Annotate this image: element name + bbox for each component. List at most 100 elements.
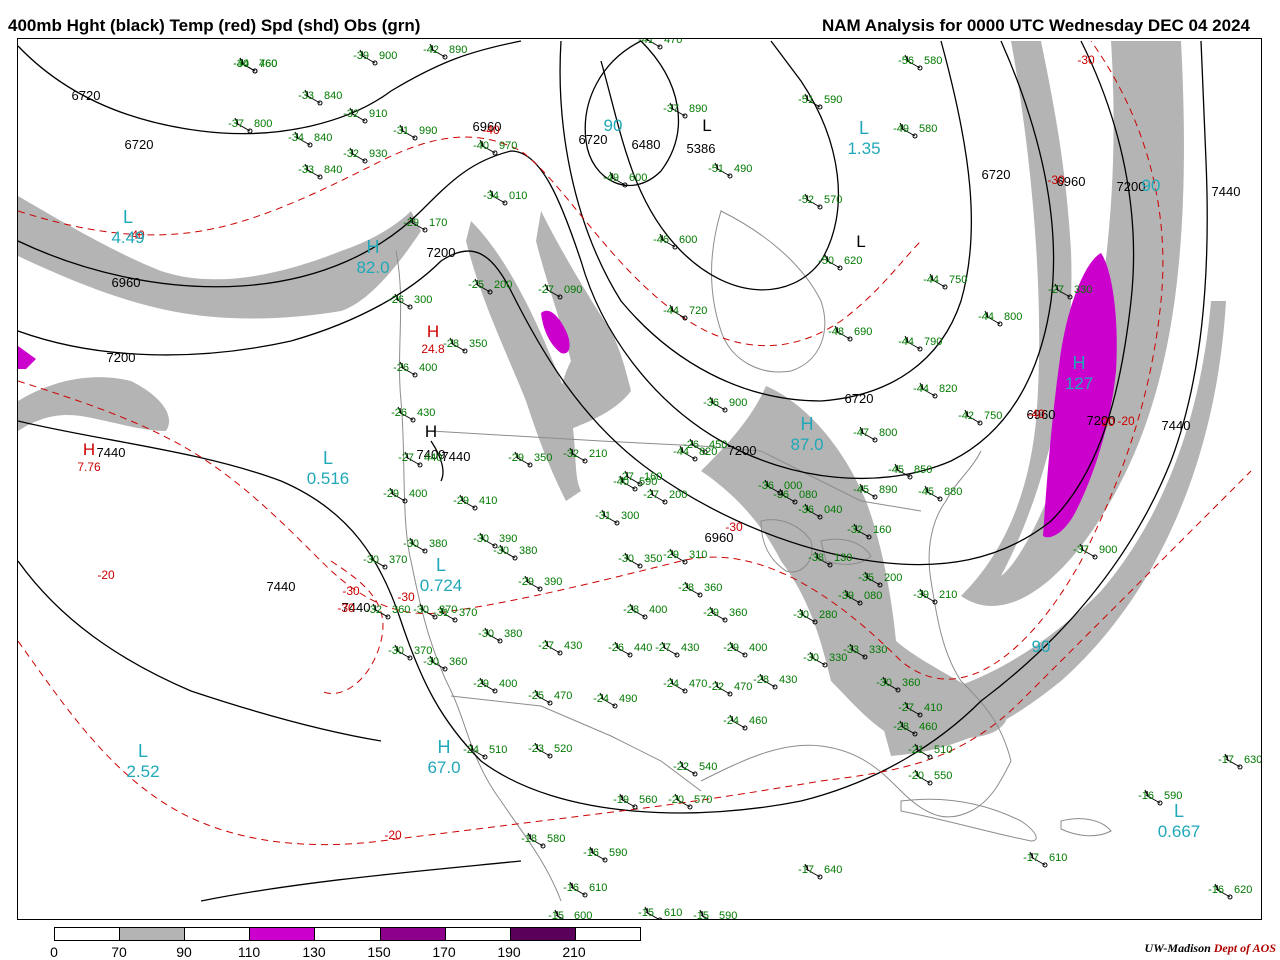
speed-center-value: 2.52: [126, 762, 159, 781]
obs-temperature: -50: [818, 255, 834, 267]
legend-color-box: [444, 927, 511, 941]
obs-height: 200: [884, 572, 902, 584]
obs-temperature: -30: [876, 677, 892, 689]
obs-height: 900: [1099, 544, 1117, 556]
station-observation: -20 570: [668, 793, 712, 810]
station-observation: -32 360: [366, 603, 410, 620]
obs-height: 490: [619, 693, 637, 705]
obs-temperature: -42: [958, 410, 974, 422]
obs-temperature: -44: [898, 336, 914, 348]
station-observation: -22 540: [673, 760, 717, 777]
speed-center-symbol: H: [438, 737, 451, 757]
obs-height: 590: [824, 94, 842, 106]
station-observation: -15 610: [638, 906, 682, 919]
obs-temperature: -26: [388, 294, 404, 306]
obs-temperature: -22: [673, 761, 689, 773]
obs-height: 550: [934, 770, 952, 782]
obs-height: 360: [449, 656, 467, 668]
station-observation: -46 600: [653, 233, 697, 250]
obs-temperature: -29: [453, 495, 469, 507]
temperature-contour-label: -30: [1047, 173, 1065, 187]
obs-height: 360: [704, 582, 722, 594]
temperature-contour-label: -30: [337, 601, 355, 615]
obs-temperature: -45: [853, 484, 869, 496]
obs-height: 430: [564, 640, 582, 652]
obs-height: 610: [1049, 852, 1067, 864]
obs-height: 330: [1074, 284, 1092, 296]
obs-temperature: -30: [363, 554, 379, 566]
obs-height: 210: [589, 448, 607, 460]
station-observation: -17 610: [1023, 851, 1067, 868]
obs-temperature: -29: [703, 607, 719, 619]
station-observation: -26 440: [608, 641, 652, 658]
obs-temperature: -39: [913, 589, 929, 601]
obs-temperature: -40: [613, 476, 629, 488]
temperature-contour-label: -20: [97, 568, 115, 582]
obs-temperature: -27: [643, 489, 659, 501]
obs-height: 750: [949, 274, 967, 286]
obs-temperature: -44: [923, 274, 939, 286]
legend-label: 170: [432, 944, 456, 960]
obs-temperature: -30: [388, 645, 404, 657]
obs-temperature: -30: [423, 656, 439, 668]
station-observation: -29 360: [703, 606, 747, 623]
speed-center-value: 0.667: [1158, 822, 1201, 841]
speed-center-symbol: L: [323, 448, 333, 468]
obs-height: 840: [324, 90, 342, 102]
obs-temperature: -16: [1138, 790, 1154, 802]
temperature-contour-label: -30: [342, 584, 360, 598]
obs-height: 360: [392, 604, 410, 616]
obs-temperature: -49: [603, 172, 619, 184]
obs-temperature: -47: [853, 427, 869, 439]
obs-height: 590: [719, 910, 737, 920]
obs-temperature: -29: [663, 549, 679, 561]
obs-height: 640: [824, 864, 842, 876]
temperature-contour-label: -20: [384, 828, 402, 842]
obs-temperature: -39: [353, 50, 369, 62]
speed-center-value: 127: [1065, 374, 1093, 393]
station-observation: -41 470: [638, 39, 682, 50]
temperature-contour-label: -30: [1077, 53, 1095, 67]
wind-speed-legend: [54, 927, 641, 941]
obs-height: 470: [689, 678, 707, 690]
obs-height: 400: [749, 642, 767, 654]
station-observation: -16 620: [1208, 883, 1252, 900]
obs-temperature: -28: [893, 721, 909, 733]
station-observation: -34 460: [233, 57, 277, 74]
legend-color-box: [379, 927, 446, 941]
station-observation: -39 900: [353, 49, 397, 66]
station-observation: -30 380: [493, 544, 537, 561]
obs-temperature: -27: [1048, 284, 1064, 296]
station-observation: -25 470: [528, 689, 572, 706]
obs-height: 690: [854, 326, 872, 338]
speed-center-value: 0.724: [420, 576, 463, 595]
height-center-symbol: L: [702, 116, 711, 135]
obs-temperature: -29: [508, 452, 524, 464]
legend-label: 210: [562, 944, 586, 960]
legend-label: 0: [50, 944, 58, 960]
speed-center-value: 90: [1142, 176, 1161, 195]
temperature-contour-label: -30: [397, 590, 415, 604]
obs-height: 470: [664, 39, 682, 46]
obs-temperature: -32: [343, 148, 359, 160]
obs-height: 460: [259, 58, 277, 70]
height-contour-label: 5386: [687, 141, 716, 156]
station-observation: -37 890: [663, 102, 707, 119]
legend-color-box: [119, 927, 186, 941]
height-contour-label: 7440: [1162, 418, 1191, 433]
obs-height: 400: [649, 604, 667, 616]
obs-height: 820: [939, 383, 957, 395]
obs-temperature: -52: [798, 194, 814, 206]
obs-temperature: -36: [758, 480, 774, 492]
temperature-contour-label: -30: [725, 520, 743, 534]
station-observation: -44 720: [663, 304, 707, 321]
temp-contour-minus20-north: [320, 560, 384, 694]
station-observation: -31 990: [393, 124, 437, 141]
obs-temperature: -27: [538, 640, 554, 652]
station-observation: -32 910: [343, 107, 387, 124]
obs-height: 570: [694, 794, 712, 806]
legend-label: 190: [497, 944, 521, 960]
obs-temperature: -42: [423, 44, 439, 56]
obs-height: 510: [934, 744, 952, 756]
obs-height: 820: [699, 446, 717, 458]
